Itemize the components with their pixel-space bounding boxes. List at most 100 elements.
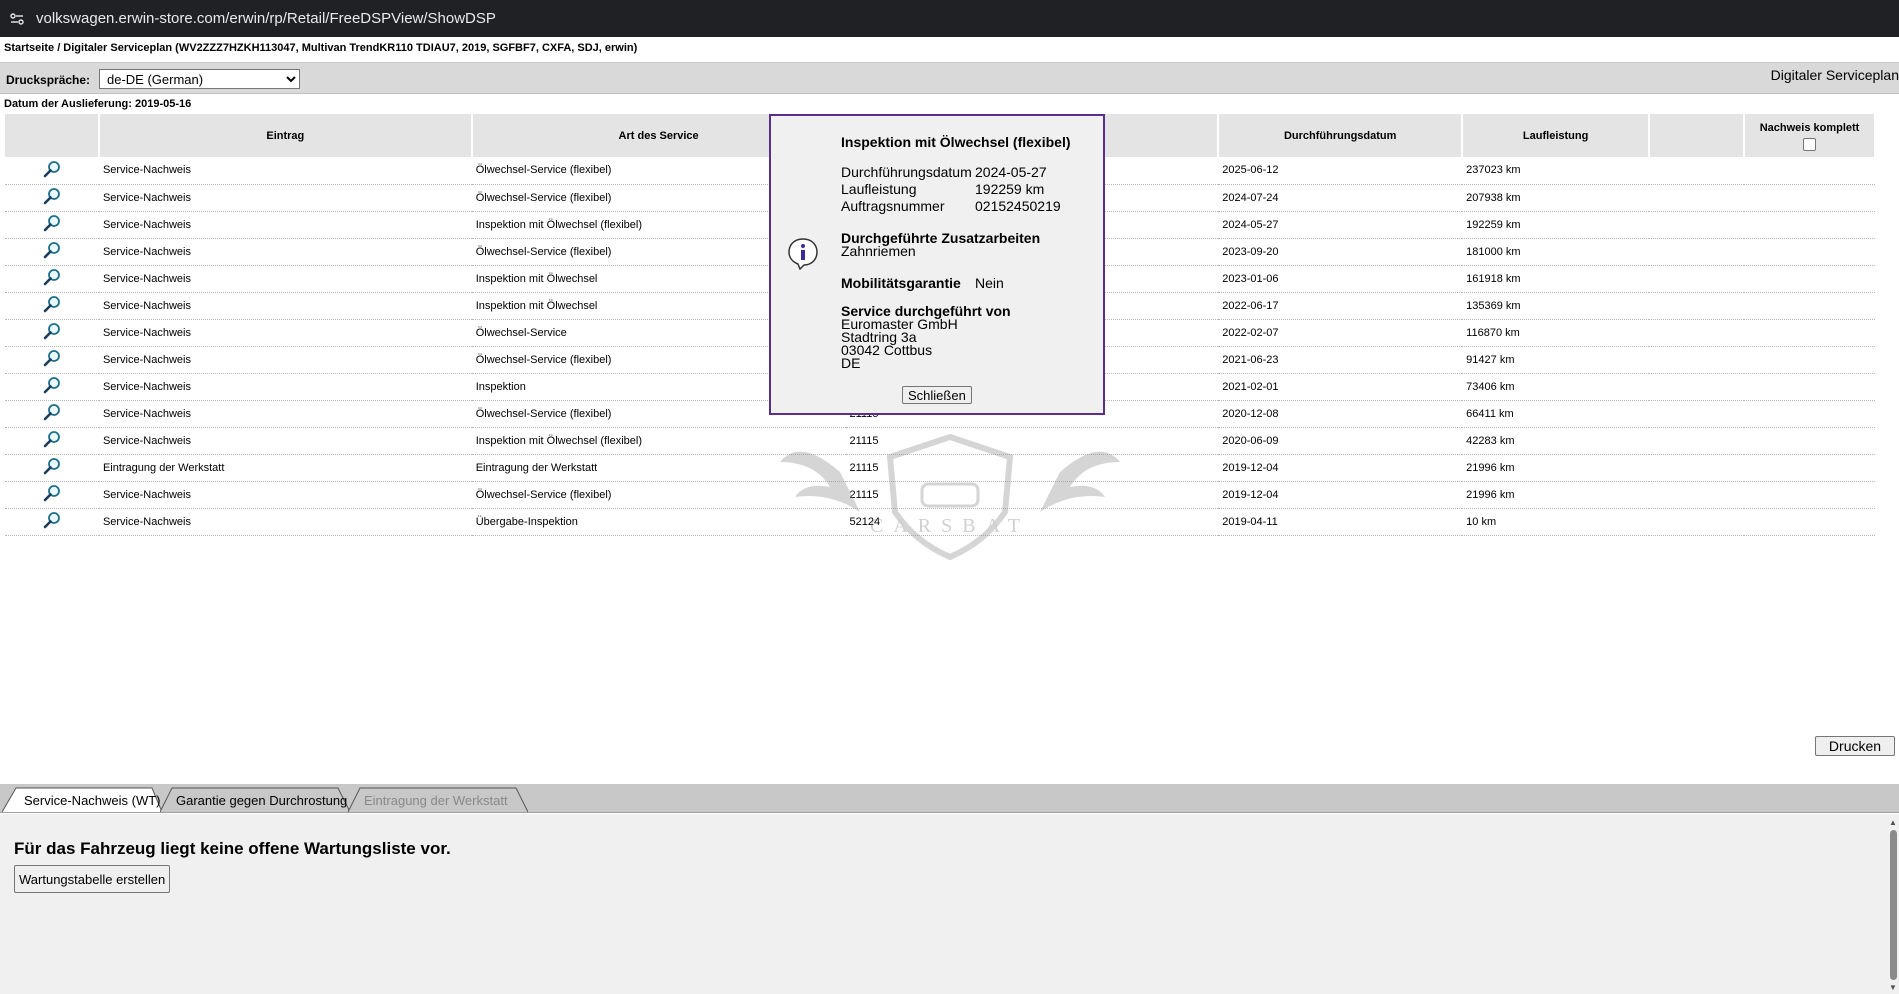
row-detail-button[interactable] <box>5 184 99 212</box>
cell-proof <box>1744 265 1875 293</box>
row-detail-button[interactable] <box>5 427 99 455</box>
cell-mileage: 207938 km <box>1462 184 1650 212</box>
magnifier-icon[interactable] <box>43 296 61 316</box>
print-button[interactable]: Drucken <box>1815 736 1895 756</box>
row-detail-button[interactable] <box>5 238 99 266</box>
cell-mileage: 91427 km <box>1462 346 1650 374</box>
magnifier-icon[interactable] <box>43 215 61 235</box>
cell-mileage: 116870 km <box>1462 319 1650 347</box>
cell-eintrag: Service-Nachweis <box>98 292 472 320</box>
row-detail-button[interactable] <box>5 481 99 509</box>
cell-proof <box>1744 157 1875 185</box>
cell-eintrag: Service-Nachweis <box>98 400 472 428</box>
magnifier-icon[interactable] <box>43 269 61 289</box>
extra-work-value: Zahnriemen <box>841 243 916 259</box>
row-detail-button[interactable] <box>5 265 99 293</box>
cell-eintrag: Service-Nachweis <box>98 427 472 455</box>
cell-mileage: 161918 km <box>1462 265 1650 293</box>
watermark-logo: CARSBAT <box>780 433 1120 561</box>
magnifier-icon[interactable] <box>43 160 61 181</box>
cell-date: 2024-07-24 <box>1218 184 1463 212</box>
row-detail-button[interactable] <box>5 373 99 401</box>
cell-date: 2022-02-07 <box>1218 319 1463 347</box>
popup-performed-by: Service durchgeführt von Euromaster GmbH… <box>841 304 1011 371</box>
cell-empty <box>1649 454 1745 482</box>
magnifier-icon[interactable] <box>43 323 61 343</box>
cell-eintrag: Service-Nachweis <box>98 319 472 347</box>
magnifier-icon[interactable] <box>43 404 61 424</box>
tab-rust-warranty[interactable]: Garantie gegen Durchrostung <box>160 786 350 812</box>
magnifier-icon[interactable] <box>43 485 61 505</box>
row-detail-button[interactable] <box>5 346 99 374</box>
toolbar: Druckspräche: de-DE (German) Digitaler S… <box>0 63 1899 94</box>
print-language-select[interactable]: de-DE (German) <box>99 69 300 89</box>
row-detail-button[interactable] <box>5 508 99 536</box>
cell-empty <box>1649 400 1745 428</box>
site-settings-icon[interactable] <box>8 10 26 28</box>
print-language-label: Druckspräche: <box>6 73 91 87</box>
performed-by-line: 03042 Cottbus <box>841 342 933 358</box>
create-maintenance-table-button[interactable]: Wartungstabelle erstellen <box>14 865 171 893</box>
row-detail-button[interactable] <box>5 454 99 482</box>
cell-date: 2025-06-12 <box>1218 157 1463 185</box>
scrollbar[interactable]: ▲ ▼ <box>1888 816 1899 994</box>
mobility-value: Nein <box>975 275 1004 291</box>
cell-date: 2021-02-01 <box>1218 373 1463 401</box>
cell-eintrag: Service-Nachweis <box>98 157 472 185</box>
cell-eintrag: Eintragung der Werkstatt <box>98 454 472 482</box>
breadcrumb[interactable]: Startseite / Digitaler Serviceplan (WV2Z… <box>0 37 1899 63</box>
magnifier-icon[interactable] <box>43 512 61 532</box>
magnifier-icon[interactable] <box>43 431 61 451</box>
col-header-proof-complete: Nachweis komplett <box>1744 114 1876 157</box>
row-detail-button[interactable] <box>5 211 99 239</box>
magnifier-icon[interactable] <box>43 350 61 370</box>
popup-title: Inspektion mit Ölwechsel (flexibel) <box>841 134 1071 150</box>
cell-proof <box>1744 427 1875 455</box>
proof-complete-checkbox[interactable] <box>1803 137 1816 151</box>
magnifier-icon[interactable] <box>43 242 61 262</box>
popup-field-date: Durchführungsdatum 2024-05-27 <box>841 164 1047 180</box>
scroll-down-icon[interactable]: ▼ <box>1889 983 1897 992</box>
mobility-label: Mobilitätsgarantie <box>841 275 961 291</box>
cell-empty <box>1649 211 1745 239</box>
cell-proof <box>1744 211 1875 239</box>
cell-empty <box>1649 292 1745 320</box>
row-detail-button[interactable] <box>5 319 99 347</box>
tab-service-proof[interactable]: Service-Nachweis (WT) <box>2 786 162 812</box>
popup-field-mileage: Laufleistung 192259 km <box>841 181 1045 197</box>
cell-eintrag: Service-Nachweis <box>98 211 472 239</box>
cell-empty <box>1649 346 1745 374</box>
cell-eintrag: Service-Nachweis <box>98 238 472 266</box>
cell-mileage: 73406 km <box>1462 373 1650 401</box>
browser-address-bar[interactable]: volkswagen.erwin-store.com/erwin/rp/Reta… <box>0 0 1899 37</box>
proof-complete-label: Nachweis komplett <box>1759 121 1860 134</box>
cell-proof <box>1744 346 1875 374</box>
col-header-date: Durchführungsdatum <box>1218 114 1464 157</box>
cell-eintrag: Service-Nachweis <box>98 184 472 212</box>
cell-proof <box>1744 400 1875 428</box>
magnifier-icon[interactable] <box>43 377 61 397</box>
cell-eintrag: Service-Nachweis <box>98 481 472 509</box>
performed-by-line: DE <box>841 355 861 371</box>
magnifier-icon[interactable] <box>43 458 61 478</box>
url-text[interactable]: volkswagen.erwin-store.com/erwin/rp/Reta… <box>36 10 496 27</box>
scroll-up-icon[interactable]: ▲ <box>1889 818 1897 827</box>
cell-mileage: 237023 km <box>1462 157 1650 185</box>
row-detail-button[interactable] <box>5 292 99 320</box>
cell-eintrag: Service-Nachweis <box>98 346 472 374</box>
cell-empty <box>1649 508 1745 536</box>
scroll-thumb[interactable] <box>1890 830 1897 980</box>
cell-date: 2020-06-09 <box>1218 427 1463 455</box>
tab-workshop-entry[interactable]: Eintragung der Werkstatt <box>348 786 528 812</box>
close-button[interactable]: Schließen <box>902 386 972 404</box>
row-detail-button[interactable] <box>5 157 99 185</box>
cell-empty <box>1649 373 1745 401</box>
magnifier-icon[interactable] <box>43 188 61 208</box>
cell-proof <box>1744 481 1875 509</box>
watermark-text: CARSBAT <box>870 515 1030 537</box>
popup-extra-work: Durchgeführte Zusatzarbeiten Zahnriemen <box>841 231 1040 259</box>
cell-empty <box>1649 238 1745 266</box>
row-detail-button[interactable] <box>5 400 99 428</box>
delivery-date: Datum der Auslieferung: 2019-05-16 <box>4 98 192 110</box>
cell-date: 2020-12-08 <box>1218 400 1463 428</box>
